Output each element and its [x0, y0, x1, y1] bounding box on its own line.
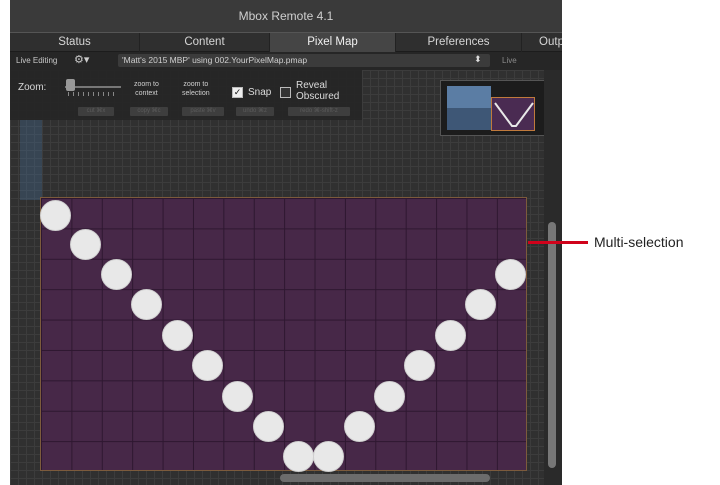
tab-preferences[interactable]: Preferences: [396, 33, 522, 52]
reveal-obscured-label: Reveal Obscured: [296, 80, 340, 102]
vertical-scroll-thumb[interactable]: [548, 222, 556, 468]
tab-pixel-map[interactable]: Pixel Map: [270, 33, 396, 52]
minimap-v-shape: [494, 102, 534, 127]
zoom-slider-knob[interactable]: [66, 79, 75, 91]
pixel-dot[interactable]: [344, 411, 375, 442]
mbox-remote-window: Mbox Remote 4.1 Status Content Pixel Map…: [10, 0, 562, 485]
pixel-dot[interactable]: [435, 320, 466, 351]
window-title: Mbox Remote 4.1: [10, 0, 562, 32]
zoom-toolbar: Zoom: zoom to context zoom to selection …: [10, 70, 362, 120]
minimap-output-region: [447, 108, 491, 130]
reveal-obscured-checkbox[interactable]: [280, 87, 291, 98]
cut-button[interactable]: cut ⌘x: [78, 107, 114, 116]
snap-checkbox[interactable]: ✓: [232, 87, 243, 98]
paste-button[interactable]: paste ⌘v: [182, 107, 224, 116]
zoom-slider-ticks: [68, 92, 118, 96]
zoom-label: Zoom:: [18, 82, 47, 93]
tab-status[interactable]: Status: [10, 33, 140, 52]
pixel-dot[interactable]: [162, 320, 193, 351]
output-region-highlight: [20, 120, 42, 200]
pixel-dot[interactable]: [222, 381, 253, 412]
pixel-dot[interactable]: [40, 200, 71, 231]
tab-content[interactable]: Content: [140, 33, 270, 52]
annotation-label: Multi-selection: [594, 234, 684, 250]
pixel-dot[interactable]: [131, 289, 162, 320]
snap-label: Snap: [248, 87, 272, 98]
pixel-map-file-select[interactable]: 'Matt's 2015 MBP' using 002.YourPixelMap…: [118, 54, 490, 67]
live-label: Live: [502, 56, 517, 65]
copy-button[interactable]: copy ⌘c: [130, 107, 168, 116]
zoom-to-selection-button[interactable]: zoom to selection: [182, 80, 210, 98]
pixel-dot[interactable]: [404, 350, 435, 381]
pixel-dot[interactable]: [313, 441, 344, 472]
pixel-dot[interactable]: [374, 381, 405, 412]
minimap-output-region: [447, 86, 491, 108]
live-editing-label: Live Editing: [16, 56, 58, 65]
pixel-dot[interactable]: [101, 259, 132, 290]
undo-button[interactable]: undo ⌘z: [236, 107, 274, 116]
zoom-to-context-button[interactable]: zoom to context: [134, 80, 159, 98]
tab-bar: Status Content Pixel Map Preferences Out…: [10, 32, 562, 52]
pixel-map-selection[interactable]: [40, 197, 527, 472]
live-editing-bar: Live Editing ⚙▾ 'Matt's 2015 MBP' using …: [10, 52, 562, 70]
pixel-dot[interactable]: [253, 411, 284, 442]
vertical-scrollbar[interactable]: [544, 70, 562, 485]
pixel-dot[interactable]: [192, 350, 223, 381]
pixel-dot[interactable]: [283, 441, 314, 472]
pixel-dot[interactable]: [70, 229, 101, 260]
tab-outputs[interactable]: Outp: [522, 33, 562, 52]
pixel-dot[interactable]: [495, 259, 526, 290]
pixel-dot[interactable]: [465, 289, 496, 320]
annotation-pointer-line: [528, 241, 588, 244]
select-stepper-icon[interactable]: ⬍: [474, 54, 482, 65]
redo-button[interactable]: redo ⌘-shift-z: [288, 107, 350, 116]
gear-icon[interactable]: ⚙▾: [74, 53, 89, 66]
minimap-selection-region: [491, 97, 535, 131]
minimap-navigator[interactable]: [440, 80, 545, 136]
horizontal-scroll-thumb[interactable]: [280, 474, 490, 482]
